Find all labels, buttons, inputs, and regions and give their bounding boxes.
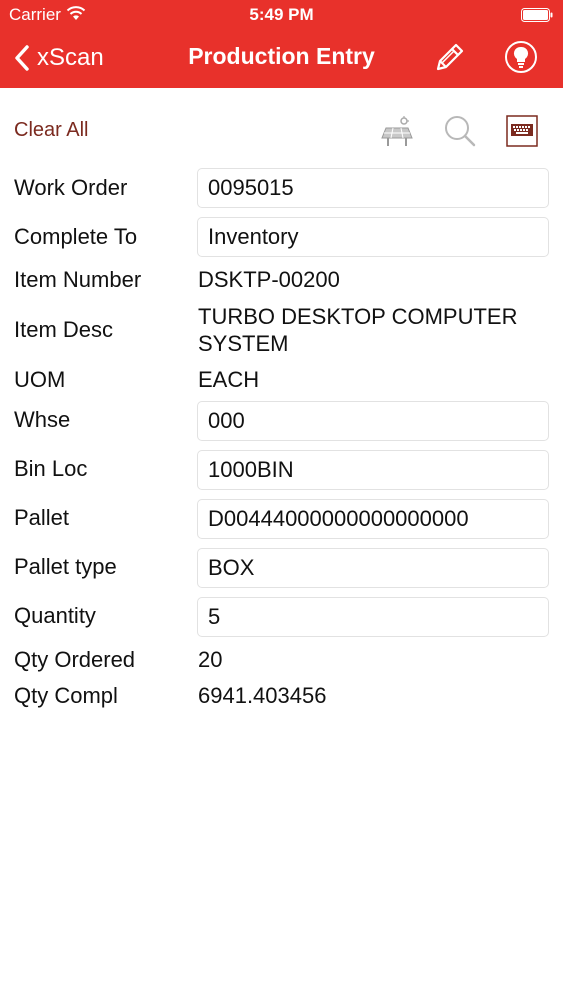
back-label: xScan	[37, 44, 104, 71]
item-number-label: Item Number	[14, 267, 142, 292]
search-icon[interactable]	[443, 114, 477, 148]
pallet-label: Pallet	[14, 505, 70, 530]
app-header: Carrier 5:49 PM xScan Production Entry	[0, 0, 563, 88]
complete-to-label: Complete To	[14, 224, 138, 249]
status-time: 5:49 PM	[249, 5, 314, 24]
pallet-field[interactable]: D00444000000000000000	[197, 499, 549, 539]
status-bar: Carrier 5:49 PM	[0, 0, 563, 30]
complete-to-field[interactable]: Inventory	[197, 217, 549, 257]
quantity-label: Quantity	[14, 603, 96, 628]
work-order-field[interactable]: 0095015	[197, 168, 549, 208]
whse-field[interactable]: 000	[197, 401, 549, 441]
toolbar: Clear All	[0, 88, 563, 168]
back-button[interactable]: xScan	[15, 43, 104, 73]
bin-loc-label: Bin Loc	[14, 456, 88, 481]
whse-label: Whse	[14, 407, 71, 432]
uom-value: EACH	[198, 367, 260, 392]
navigation-bar: xScan Production Entry	[0, 30, 563, 88]
qty-ordered-label: Qty Ordered	[14, 647, 136, 672]
clear-all-button[interactable]: Clear All	[14, 119, 88, 142]
qty-ordered-value: 20	[198, 647, 223, 672]
item-desc-label: Item Desc	[14, 317, 114, 342]
uom-label: UOM	[14, 367, 66, 392]
item-number-value: DSKTP-00200	[198, 267, 340, 292]
battery-icon	[521, 8, 553, 22]
pallet-type-label: Pallet type	[14, 554, 117, 579]
qty-compl-label: Qty Compl	[14, 683, 118, 708]
work-order-label: Work Order	[14, 175, 128, 200]
qty-compl-value: 6941.403456	[198, 683, 327, 708]
keyboard-icon[interactable]	[506, 115, 538, 147]
solar-panel-icon[interactable]	[380, 116, 414, 148]
pencil-icon[interactable]	[433, 40, 467, 74]
item-desc-value-line2: SYSTEM	[198, 331, 289, 356]
chevron-left-icon	[15, 45, 29, 71]
item-desc-value-line1: TURBO DESKTOP COMPUTER	[198, 304, 518, 329]
bin-loc-field[interactable]: 1000BIN	[197, 450, 549, 490]
lightbulb-icon[interactable]	[504, 40, 538, 74]
quantity-field[interactable]: 5	[197, 597, 549, 637]
pallet-type-field[interactable]: BOX	[197, 548, 549, 588]
